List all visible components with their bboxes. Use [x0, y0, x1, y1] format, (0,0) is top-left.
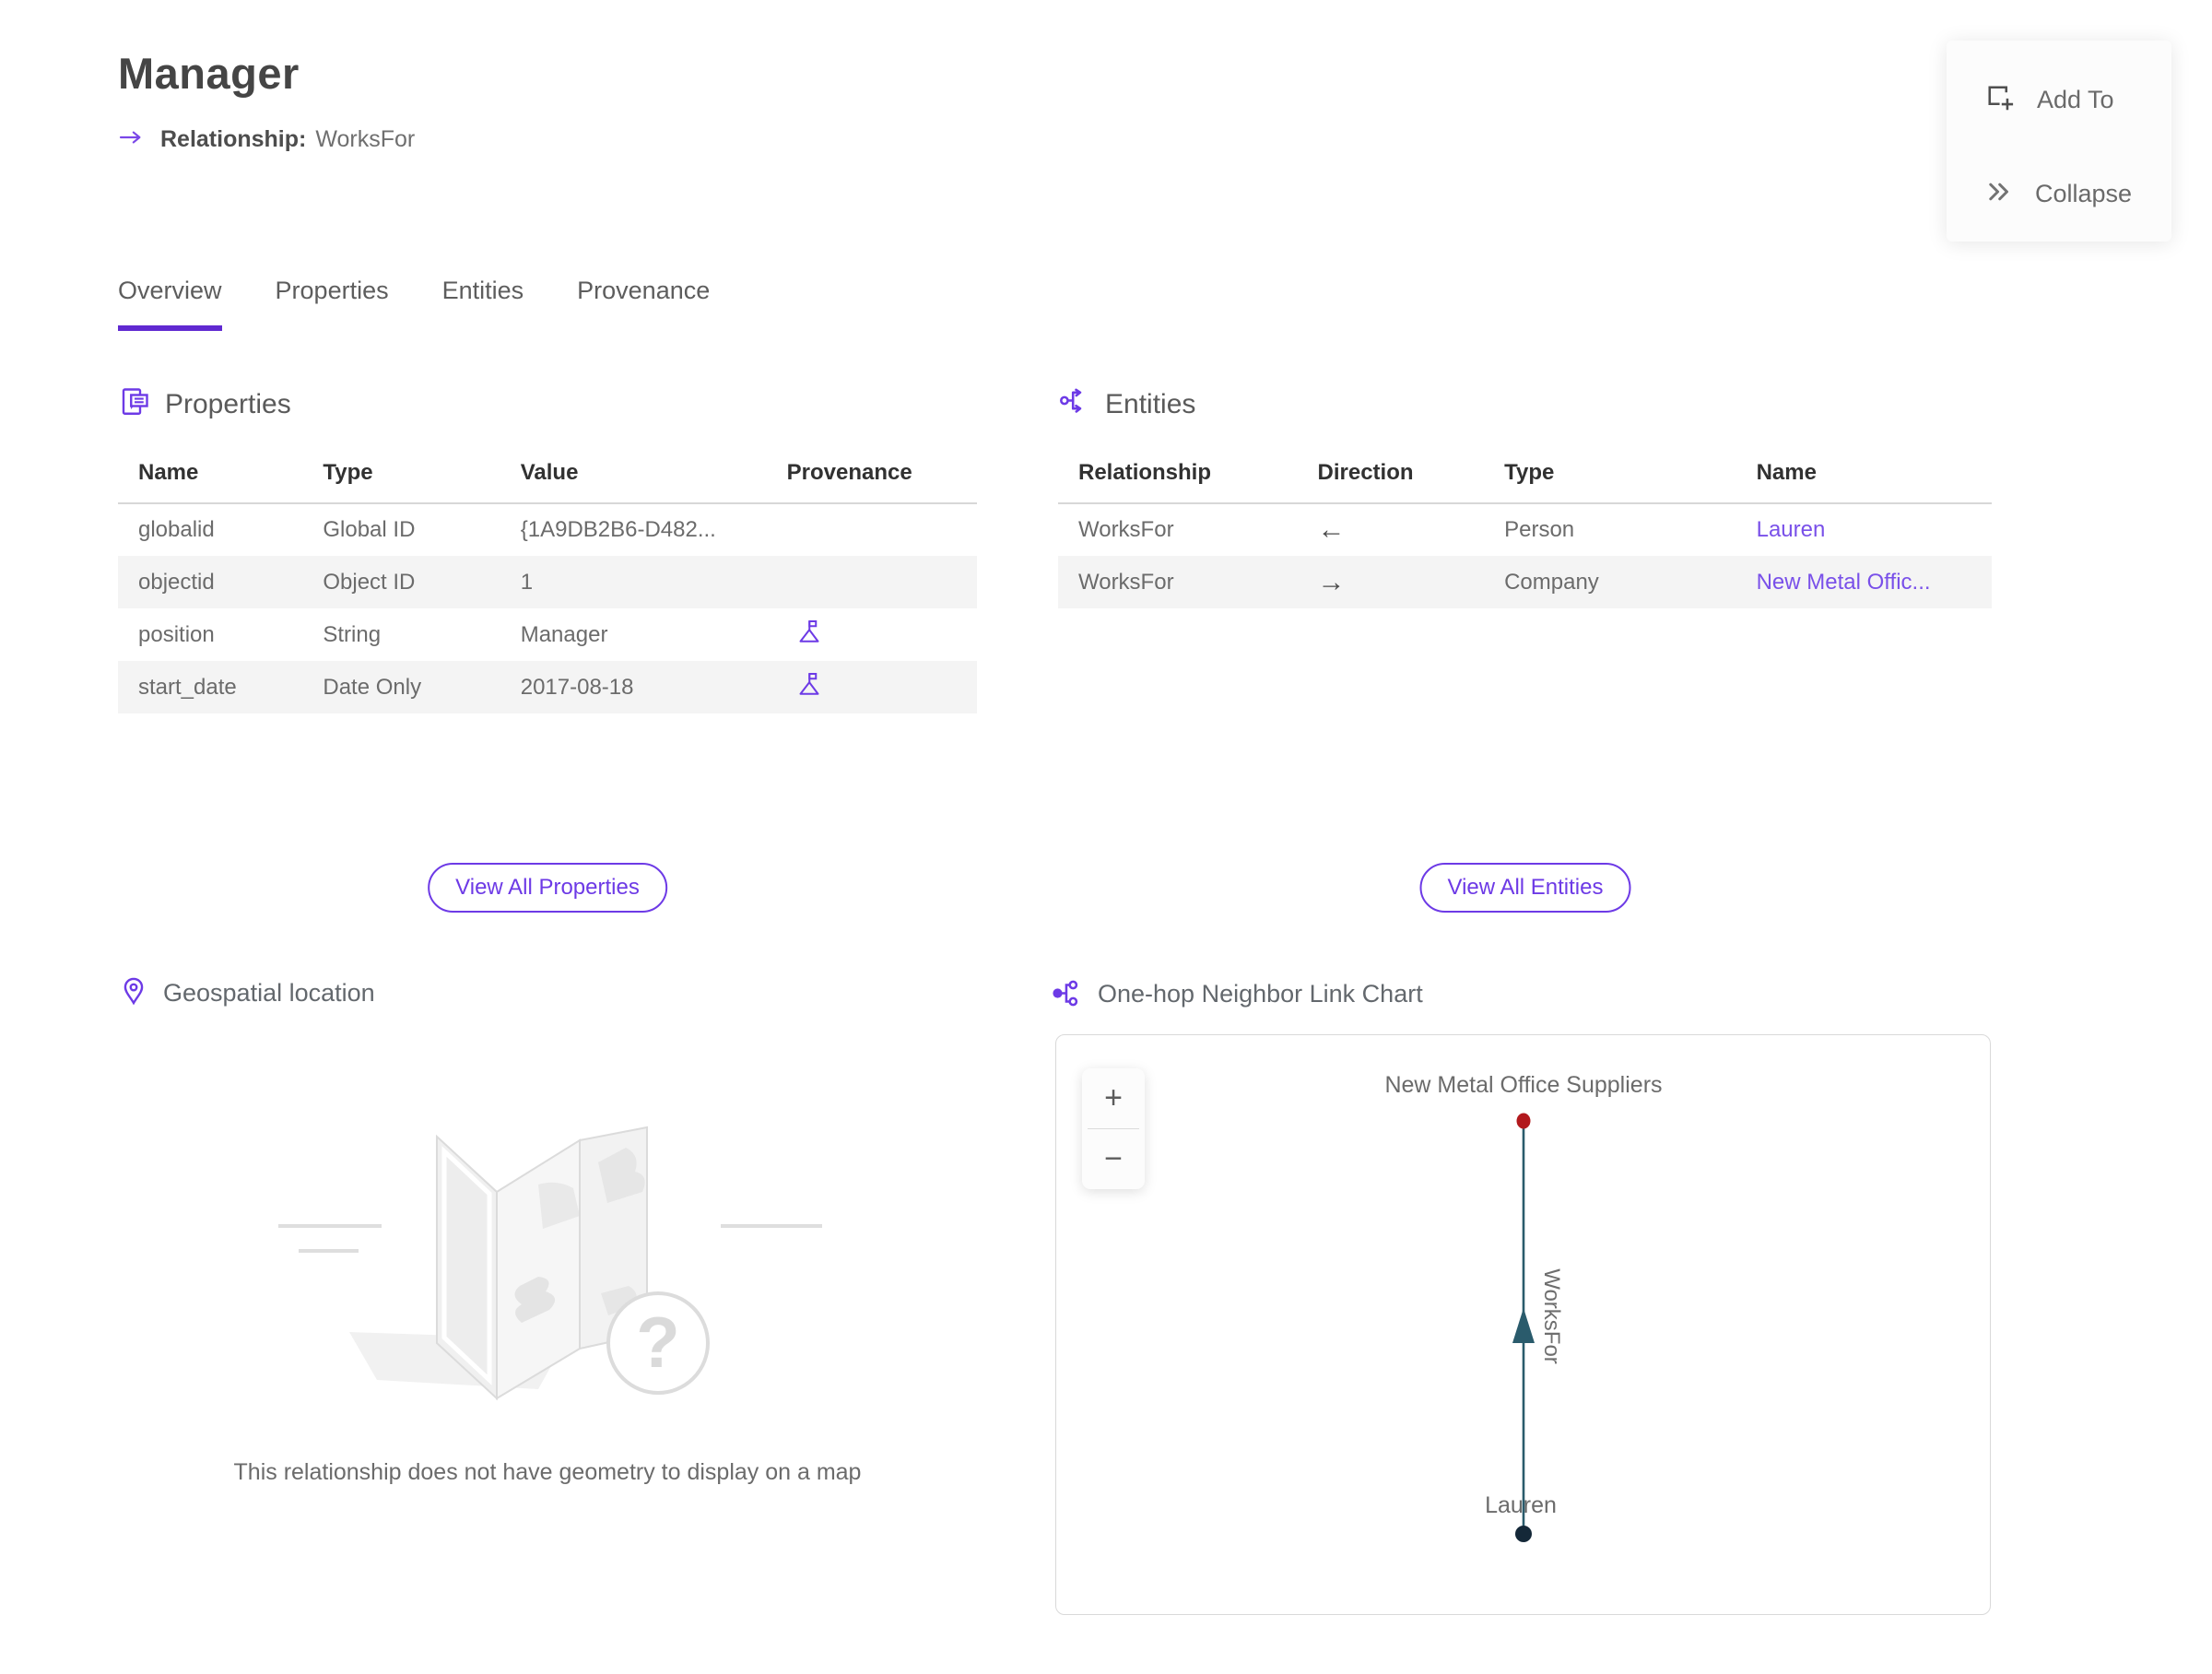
company-node[interactable] [1516, 1113, 1531, 1129]
entities-section-header: Entities [1058, 385, 1992, 423]
properties-table-header-row: Name Type Value Provenance [118, 449, 977, 504]
collapse-button[interactable]: Collapse [1983, 166, 2171, 221]
entity-relationship: WorksFor [1078, 569, 1174, 595]
zoom-control: + − [1082, 1068, 1145, 1189]
prop-type: Date Only [323, 674, 422, 700]
prop-value: 2017-08-18 [520, 674, 634, 700]
add-to-icon [1983, 81, 2017, 119]
add-to-button[interactable]: Add To [1983, 72, 2171, 127]
page-header: Manager Relationship: WorksFor [118, 48, 415, 153]
col-header-direction: Direction [1310, 449, 1498, 504]
collapse-label: Collapse [2035, 179, 2133, 207]
col-header-type: Type [1497, 449, 1749, 504]
one-hop-icon [1051, 975, 1084, 1013]
prop-value: Manager [520, 621, 608, 647]
add-to-label: Add To [2037, 85, 2114, 113]
tab-entities[interactable]: Entities [442, 277, 524, 331]
properties-section-header: Properties [118, 385, 977, 423]
map-placeholder-illustration: ? [278, 1126, 822, 1401]
no-geometry-message: This relationship does not have geometry… [233, 1459, 862, 1485]
svg-text:?: ? [636, 1302, 680, 1383]
top-node-label: New Metal Office Suppliers [1384, 1072, 1662, 1098]
view-all-entities-button[interactable]: View All Entities [1419, 863, 1631, 913]
breadcrumb: Relationship: WorksFor [118, 126, 415, 153]
zoom-in-button[interactable]: + [1082, 1068, 1145, 1128]
tab-overview[interactable]: Overview [118, 277, 222, 331]
prop-value: 1 [520, 569, 534, 595]
document-list-icon [118, 385, 151, 423]
double-chevron-right-icon [1983, 176, 2015, 212]
bottom-node-label: Lauren [1485, 1492, 1557, 1518]
prop-provenance [780, 556, 977, 608]
entity-name-link[interactable]: New Metal Offic... [1757, 570, 1931, 595]
share-out-icon [1058, 385, 1091, 423]
entities-section: Entities Relationship Direction Type Nam… [1058, 385, 1992, 608]
entity-type: Company [1504, 569, 1599, 595]
person-node[interactable] [1515, 1526, 1532, 1542]
prop-name: position [138, 621, 215, 647]
table-row: objectid Object ID 1 [118, 556, 977, 608]
provenance-flag-icon[interactable] [794, 670, 822, 704]
col-header-provenance: Provenance [779, 449, 977, 504]
tab-bar: Overview Properties Entities Provenance [118, 277, 710, 331]
prop-type: Object ID [323, 569, 416, 595]
prop-provenance [780, 661, 977, 713]
col-header-relationship: Relationship [1058, 449, 1311, 504]
entities-section-title: Entities [1105, 388, 1196, 419]
entity-relationship: WorksFor [1078, 517, 1174, 542]
zoom-out-button[interactable]: − [1082, 1129, 1145, 1189]
table-row: position String Manager [118, 608, 977, 661]
table-row: WorksFor ← Person Lauren [1058, 503, 1992, 556]
provenance-flag-icon[interactable] [794, 618, 822, 652]
direction-right-arrow: → [1317, 566, 1346, 597]
map-pin-icon [118, 975, 149, 1011]
entity-type: Person [1504, 517, 1575, 542]
prop-provenance [780, 503, 977, 556]
view-all-properties-button[interactable]: View All Properties [428, 863, 667, 913]
entity-name-link[interactable]: Lauren [1757, 517, 1826, 542]
col-header-name: Name [118, 449, 316, 504]
entities-table: Relationship Direction Type Name WorksFo… [1058, 449, 1992, 608]
table-row: globalid Global ID {1A9DB2B6-D482... [118, 503, 977, 556]
prop-type: Global ID [323, 517, 416, 542]
properties-section-title: Properties [165, 388, 291, 419]
properties-table: Name Type Value Provenance globalid Glob… [118, 449, 977, 713]
geospatial-section: Geospatial location ? This relationship … [118, 975, 977, 1486]
col-header-value: Value [512, 449, 780, 504]
link-chart-canvas[interactable]: New Metal Office Suppliers WorksFor Laur… [1056, 1035, 1990, 1614]
relationship-arrow-icon [118, 126, 146, 153]
col-header-type: Type [315, 449, 513, 504]
relationship-label: Relationship: [160, 126, 307, 152]
tab-properties[interactable]: Properties [276, 277, 389, 331]
link-chart-card: New Metal Office Suppliers WorksFor Laur… [1055, 1034, 1991, 1615]
tab-provenance[interactable]: Provenance [577, 277, 710, 331]
col-header-name: Name [1748, 449, 1992, 504]
prop-name: objectid [138, 569, 215, 595]
page-title: Manager [118, 49, 300, 98]
direction-left-arrow: ← [1317, 514, 1346, 545]
prop-value: {1A9DB2B6-D482... [520, 517, 716, 542]
link-chart-section-header: One-hop Neighbor Link Chart [1051, 975, 1423, 1013]
entity-detail-page: Manager Relationship: WorksFor Add To Co… [0, 0, 2212, 1674]
relationship-value: WorksFor [315, 126, 416, 152]
actions-card: Add To Collapse [1947, 41, 2171, 242]
properties-section: Properties Name Type Value Provenance gl… [118, 385, 977, 713]
entities-table-header-row: Relationship Direction Type Name [1058, 449, 1992, 504]
table-row: start_date Date Only 2017-08-18 [118, 661, 977, 713]
edge-label: WorksFor [1539, 1268, 1564, 1364]
geospatial-section-header: Geospatial location [118, 975, 977, 1011]
prop-provenance [780, 608, 977, 661]
prop-name: globalid [138, 517, 215, 542]
prop-name: start_date [138, 674, 237, 700]
link-chart-section-title: One-hop Neighbor Link Chart [1098, 980, 1423, 1008]
table-row: WorksFor → Company New Metal Offic... [1058, 556, 1992, 608]
prop-type: String [323, 621, 382, 647]
geospatial-section-title: Geospatial location [163, 979, 375, 1007]
